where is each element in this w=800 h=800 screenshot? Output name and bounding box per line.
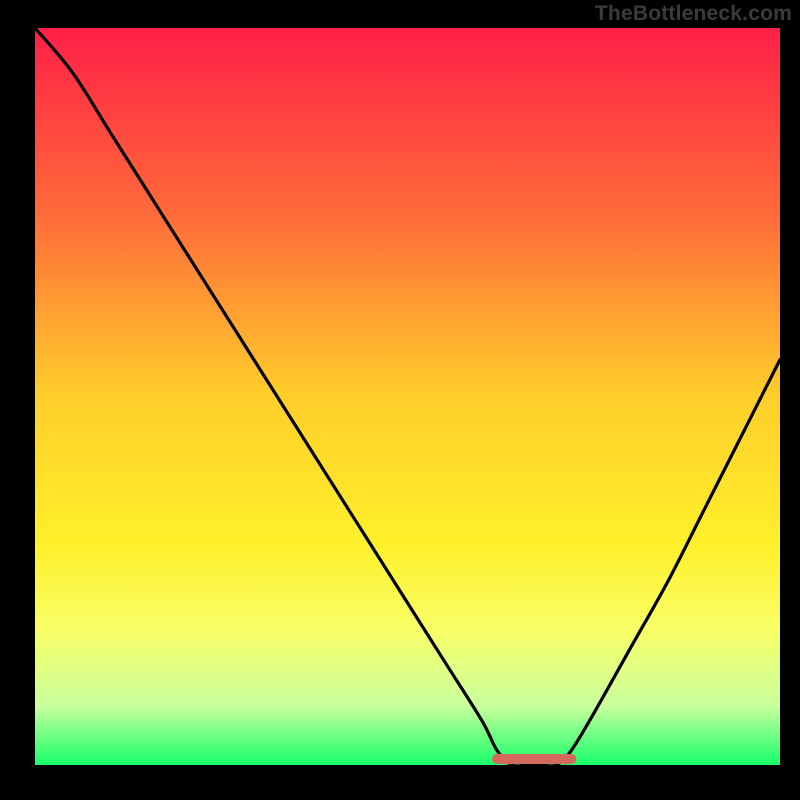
watermark-text: TheBottleneck.com [595, 2, 792, 26]
chart-container: TheBottleneck.com [0, 0, 800, 800]
bottleneck-chart [0, 0, 800, 800]
plot-background [35, 28, 780, 765]
